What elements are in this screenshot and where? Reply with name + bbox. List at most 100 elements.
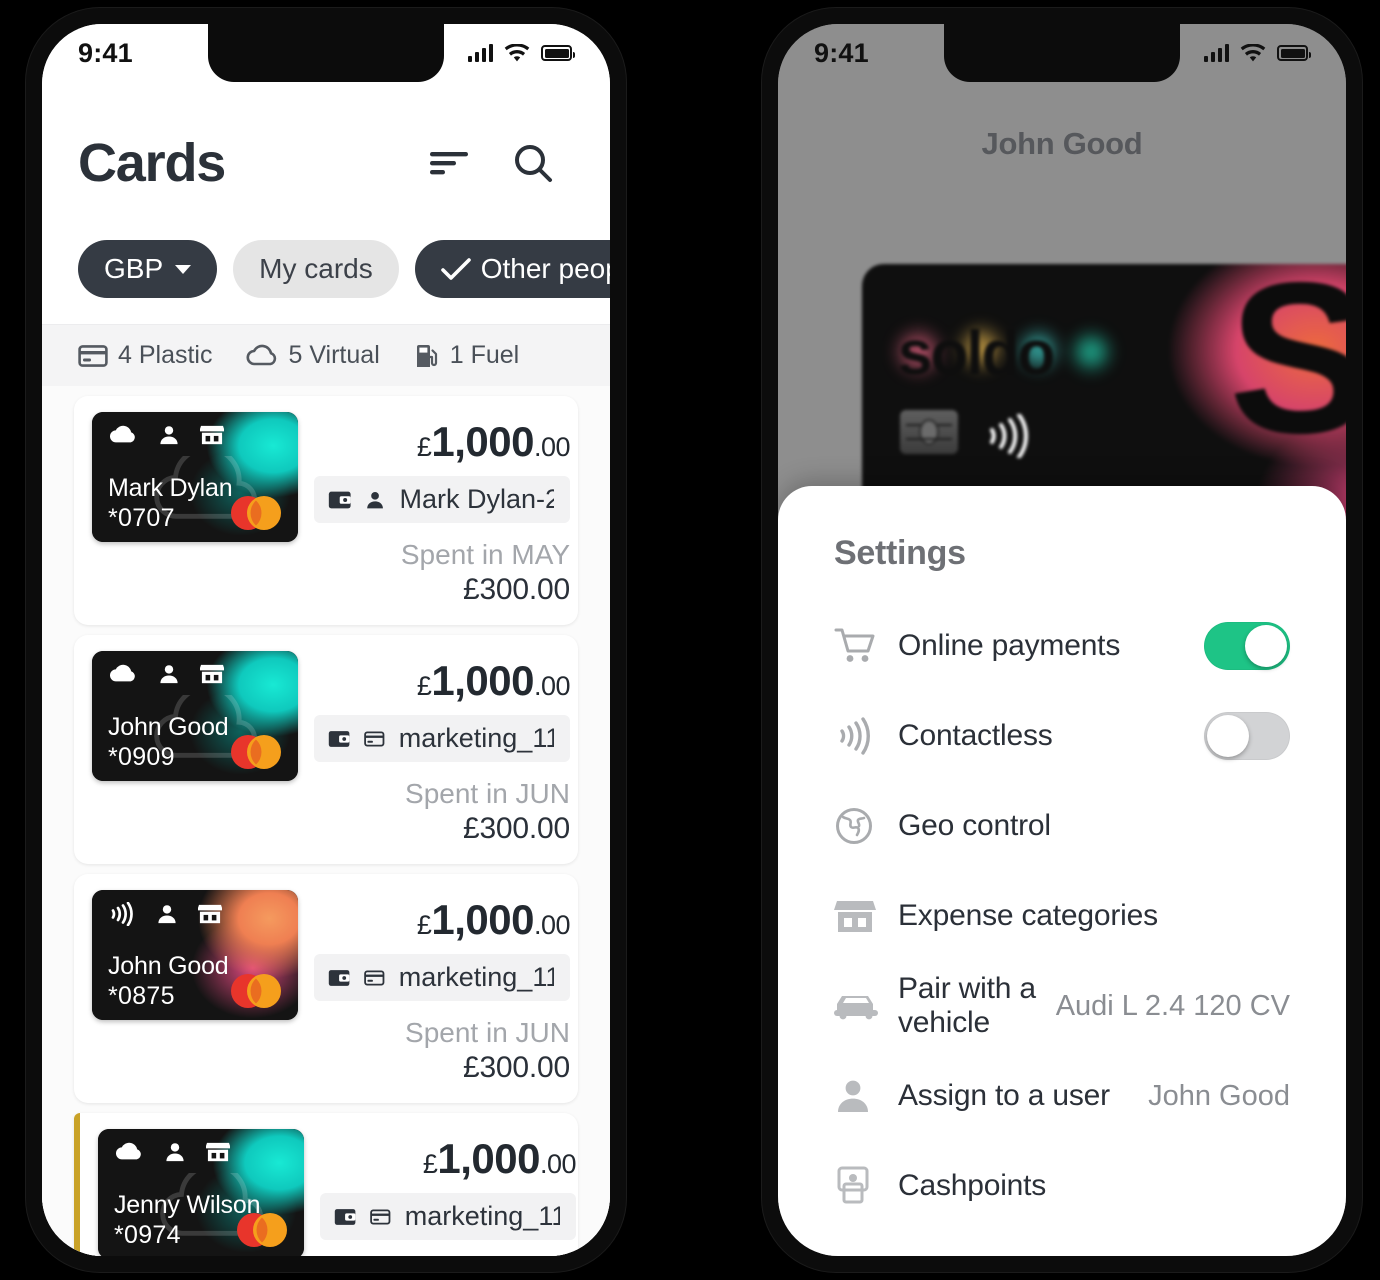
plastic-card-icon: [78, 344, 108, 367]
filter-chip-my-cards[interactable]: My cards: [233, 240, 399, 298]
card-details: £1,000.00: [304, 1129, 577, 1256]
card-details: £1,000.00: [298, 651, 571, 846]
setting-row-expense-categories[interactable]: Expense categories: [834, 871, 1290, 961]
setting-value: John Good: [1148, 1079, 1290, 1112]
contactless-icon: [834, 717, 890, 755]
right-screen: 9:41 John Good S soldo Settings Online p…: [778, 24, 1346, 1256]
card-row[interactable]: Mark Dylan *0707 £1,000.00 Mark Dylan-2 …: [74, 396, 578, 625]
card-thumbnail: Jenny Wilson *0974: [98, 1129, 304, 1256]
card-row[interactable]: John Good *0909 £1,000.00 marketing_11 S…: [74, 635, 578, 864]
card-icon: [364, 970, 385, 985]
person-icon: [834, 1077, 890, 1115]
spent-label: Spent in MAY: [400, 539, 570, 570]
summary-label: 5 Virtual: [288, 341, 380, 369]
wifi-icon: [504, 43, 530, 61]
wallet-icon: [328, 730, 350, 747]
page-title: Cards: [78, 133, 226, 193]
cards-screen: 9:41 Cards GBP My cards Other peo 4 Plas…: [42, 24, 610, 1256]
cellular-signal-icon: [468, 44, 493, 62]
card-thumbnail: John Good *0875: [92, 890, 298, 1020]
status-bar-right: 9:41: [778, 24, 1346, 82]
setting-label: Geo control: [898, 809, 1051, 842]
card-tag-label: marketing_11C_: [404, 1201, 560, 1231]
currency-symbol: £: [416, 910, 432, 940]
filter-chip-other-people-cards[interactable]: Other people ca: [414, 240, 610, 298]
setting-row-contactless[interactable]: Contactless: [834, 691, 1290, 781]
card-icon: [364, 731, 385, 746]
amount-decimal: .00: [539, 1149, 577, 1179]
card-balance: £1,000.00: [417, 418, 571, 466]
sort-icon[interactable]: [428, 142, 470, 184]
check-icon: [440, 258, 471, 280]
amount-integer: 1,000: [431, 896, 534, 943]
filter-chip-currency[interactable]: GBP: [78, 240, 218, 298]
summary-plastic[interactable]: 4 Plastic: [78, 341, 212, 370]
store-icon: [198, 904, 222, 924]
spent-value: £300.00: [462, 1051, 570, 1084]
summary-virtual[interactable]: 5 Virtual: [246, 341, 380, 370]
card-thumbnail: John Good *0909: [92, 651, 298, 781]
person-icon: [166, 1143, 184, 1162]
card-thumbnail: Mark Dylan *0707: [92, 412, 298, 542]
card-tag[interactable]: marketing_11C_: [314, 715, 570, 762]
cloud-icon: [109, 664, 135, 682]
card-tag[interactable]: Mark Dylan-22-: [314, 476, 570, 523]
status-time: 9:41: [78, 37, 133, 68]
card-last4: *0974: [114, 1221, 181, 1249]
chevron-down-icon: [175, 264, 192, 274]
card-holder-name: John Good: [108, 952, 229, 980]
cloud-icon: [246, 344, 277, 365]
store-icon: [200, 425, 224, 445]
card-last4: *0909: [108, 743, 175, 771]
currency-symbol: £: [422, 1149, 438, 1179]
card-feature-icons: [114, 1141, 230, 1163]
spent-label: Spent in JUN: [405, 1017, 570, 1048]
filter-chip-label: My cards: [259, 253, 373, 284]
card-row[interactable]: John Good *0875 £1,000.00 marketing_11 S…: [74, 874, 578, 1103]
card-feature-icons: [108, 902, 222, 926]
card-list[interactable]: Mark Dylan *0707 £1,000.00 Mark Dylan-2 …: [42, 386, 610, 1256]
toggle-online-payments[interactable]: [1204, 622, 1290, 670]
search-icon[interactable]: [512, 142, 554, 184]
soldo-mark-icon: S: [1228, 264, 1346, 478]
card-detail-screen: 9:41 John Good S soldo Settings Online p…: [778, 24, 1346, 1256]
status-time: 9:41: [814, 37, 869, 68]
setting-label: Online payments: [898, 629, 1121, 662]
setting-label: Cashpoints: [898, 1169, 1047, 1202]
card-type-summary: 4 Plastic 5 Virtual 1 Fuel: [42, 324, 610, 386]
card-tag[interactable]: marketing_11C_: [314, 954, 570, 1001]
card-tag[interactable]: marketing_11C_: [320, 1193, 576, 1240]
store-icon: [206, 1142, 230, 1162]
globe-icon: [834, 806, 890, 846]
wallet-icon: [328, 491, 351, 508]
setting-label: Expense categories: [898, 899, 1158, 932]
setting-row-pair-with-a-vehicle[interactable]: Pair with a vehicle Audi L 2.4 120 CV: [834, 961, 1290, 1051]
amount-decimal: .00: [533, 671, 571, 701]
app-header: Cards: [42, 82, 610, 194]
setting-label: Assign to a user: [898, 1079, 1110, 1112]
store-icon: [834, 897, 890, 935]
left-screen: 9:41 Cards GBP My cards Other peo 4 Plas…: [42, 24, 610, 1256]
status-bar-left: 9:41: [42, 24, 610, 82]
card-tag-label: marketing_11C_: [398, 723, 554, 753]
setting-row-assign-to-a-user[interactable]: Assign to a user John Good: [834, 1051, 1290, 1141]
summary-label: 1 Fuel: [449, 341, 520, 369]
summary-fuel[interactable]: 1 Fuel: [414, 341, 519, 370]
cloud-icon: [109, 425, 135, 443]
battery-icon: [1277, 45, 1311, 61]
card-row[interactable]: Jenny Wilson *0974 About to expire £: [74, 1113, 578, 1256]
setting-row-online-payments[interactable]: Online payments: [834, 601, 1290, 691]
cashpoint-icon: [834, 1166, 890, 1206]
currency-symbol: £: [416, 671, 432, 701]
toggle-contactless[interactable]: [1204, 712, 1290, 760]
amount-decimal: .00: [533, 432, 571, 462]
setting-row-cashpoints[interactable]: Cashpoints: [834, 1141, 1290, 1231]
card-balance: £1,000.00: [416, 657, 571, 705]
phone-left: 9:41 Cards GBP My cards Other peo 4 Plas…: [26, 8, 626, 1272]
card-feature-icons: [108, 663, 224, 685]
setting-label: Contactless: [898, 719, 1053, 752]
card-last4: *0875: [108, 982, 175, 1010]
setting-row-geo-control[interactable]: Geo control: [834, 781, 1290, 871]
contactless-icon: [111, 902, 133, 926]
shopping-cart-icon: [834, 627, 890, 665]
